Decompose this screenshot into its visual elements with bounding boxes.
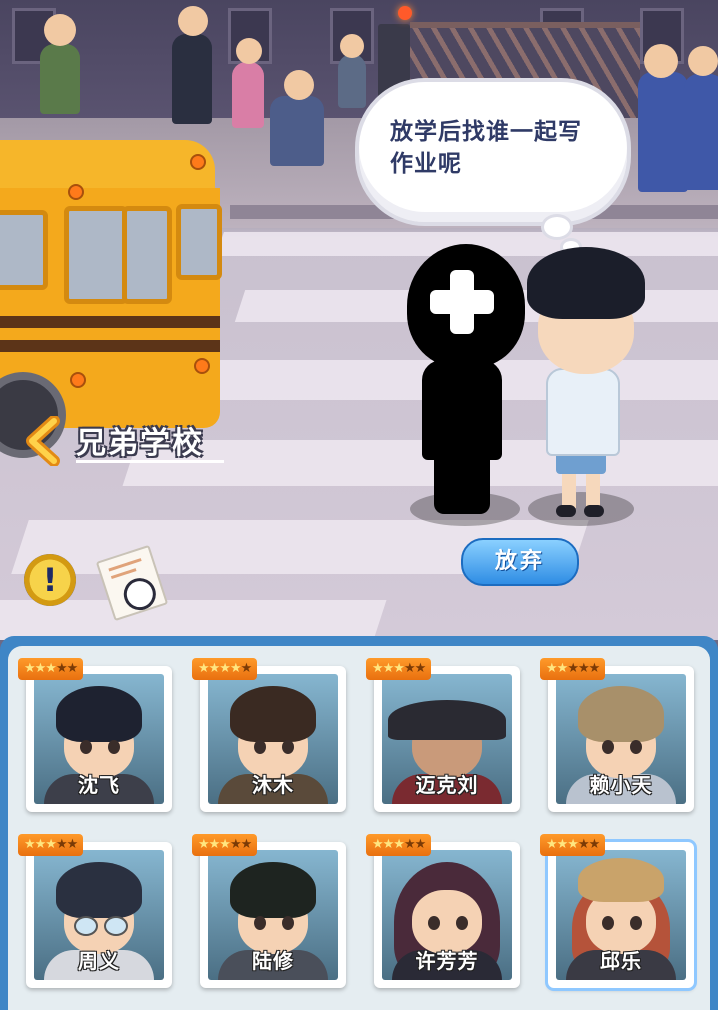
gate-light xyxy=(398,6,412,20)
boy-leg xyxy=(586,472,600,508)
bus-light xyxy=(190,154,206,170)
bus-door-window xyxy=(64,206,128,304)
boy-shoe xyxy=(584,505,604,517)
speech-bubble-text: 放学后找谁一起写作业呢 xyxy=(390,119,582,177)
star-rating: ★★★★★ xyxy=(540,658,606,680)
background-running-boy xyxy=(270,96,324,166)
character-name: 邱乐 xyxy=(600,949,642,973)
character-select-panel: ★★★★★ 沈飞 ★★★★★ 沐木 ★★★★★ 迈克刘 ★★★★★ 赖小天 ★★… xyxy=(0,636,718,1010)
location-label[interactable]: 兄弟学校 xyxy=(76,418,204,462)
bus-light xyxy=(68,184,84,200)
background-student-head xyxy=(688,46,718,76)
character-card-zhouyi[interactable]: ★★★★★ 周义 xyxy=(18,834,172,988)
background-girl xyxy=(232,62,264,128)
boy-leg xyxy=(562,472,576,508)
character-name: 许芳芳 xyxy=(415,949,479,973)
background-girl-head xyxy=(236,38,262,64)
star-rating: ★★★★★ xyxy=(192,658,258,680)
bus-light xyxy=(194,358,210,374)
task-sheet-line xyxy=(108,558,142,572)
player-boy-hair xyxy=(527,247,645,319)
plus-icon[interactable] xyxy=(428,268,496,336)
background-cyclist xyxy=(40,44,80,114)
bus-window xyxy=(176,204,222,280)
bus-door-window xyxy=(122,206,172,304)
star-rating: ★★★★★ xyxy=(18,834,84,856)
partner-silhouette-body[interactable] xyxy=(422,360,502,460)
character-name: 周义 xyxy=(78,949,120,973)
exclamation-icon[interactable]: ! xyxy=(24,554,76,606)
clock-icon xyxy=(119,573,160,615)
character-shadow xyxy=(528,492,634,526)
task-sheet-line xyxy=(110,568,137,580)
background-student xyxy=(684,74,718,190)
character-name: 陆修 xyxy=(252,949,294,973)
character-card-xufangfang[interactable]: ★★★★★ 许芳芳 xyxy=(366,834,520,988)
background-guard-head xyxy=(178,6,208,36)
star-rating: ★★★★★ xyxy=(366,658,432,680)
location-underline xyxy=(76,460,224,463)
star-rating: ★★★★★ xyxy=(192,834,258,856)
star-rating: ★★★★★ xyxy=(366,834,432,856)
background-running-boy-head xyxy=(284,70,314,100)
star-rating: ★★★★★ xyxy=(18,658,84,680)
game-scene: 放学后找谁一起写作业呢 兄弟学校 ! 放弃 xyxy=(0,0,718,640)
character-name: 赖小天 xyxy=(589,773,653,797)
crosswalk-stripe xyxy=(122,440,718,486)
character-card-qiule[interactable]: ★★★★★ 邱乐 xyxy=(540,834,694,988)
character-name: 沐木 xyxy=(252,773,294,797)
bus-light xyxy=(70,372,86,388)
give-up-button[interactable]: 放弃 xyxy=(461,538,579,586)
background-boy-head xyxy=(340,34,364,58)
bus-stripe xyxy=(0,316,220,328)
character-card-mumu[interactable]: ★★★★★ 沐木 xyxy=(192,658,346,812)
boy-shirt xyxy=(546,368,620,456)
thought-dot xyxy=(541,214,573,240)
crosswalk-stripe xyxy=(0,600,387,640)
background-guard xyxy=(172,34,212,124)
character-name: 迈克刘 xyxy=(415,773,479,797)
background-boy xyxy=(338,54,366,108)
background-cyclist-head xyxy=(44,14,76,46)
boy-shoe xyxy=(556,505,576,517)
character-card-laixiaotian[interactable]: ★★★★★ 赖小天 xyxy=(540,658,694,812)
character-card-maikeliu[interactable]: ★★★★★ 迈克刘 xyxy=(366,658,520,812)
background-student xyxy=(638,72,688,192)
bus-window xyxy=(0,210,48,290)
character-card-shenfei[interactable]: ★★★★★ 沈飞 xyxy=(18,658,172,812)
background-student-head xyxy=(644,44,678,78)
bus-stripe xyxy=(0,340,220,352)
chevron-left-icon[interactable] xyxy=(24,416,64,466)
character-grid: ★★★★★ 沈飞 ★★★★★ 沐木 ★★★★★ 迈克刘 ★★★★★ 赖小天 ★★… xyxy=(8,646,710,1010)
bus-roof xyxy=(0,140,215,194)
character-name: 沈飞 xyxy=(78,773,120,797)
character-card-luxiu[interactable]: ★★★★★ 陆修 xyxy=(192,834,346,988)
star-rating: ★★★★★ xyxy=(540,834,606,856)
school-bus xyxy=(0,140,230,458)
